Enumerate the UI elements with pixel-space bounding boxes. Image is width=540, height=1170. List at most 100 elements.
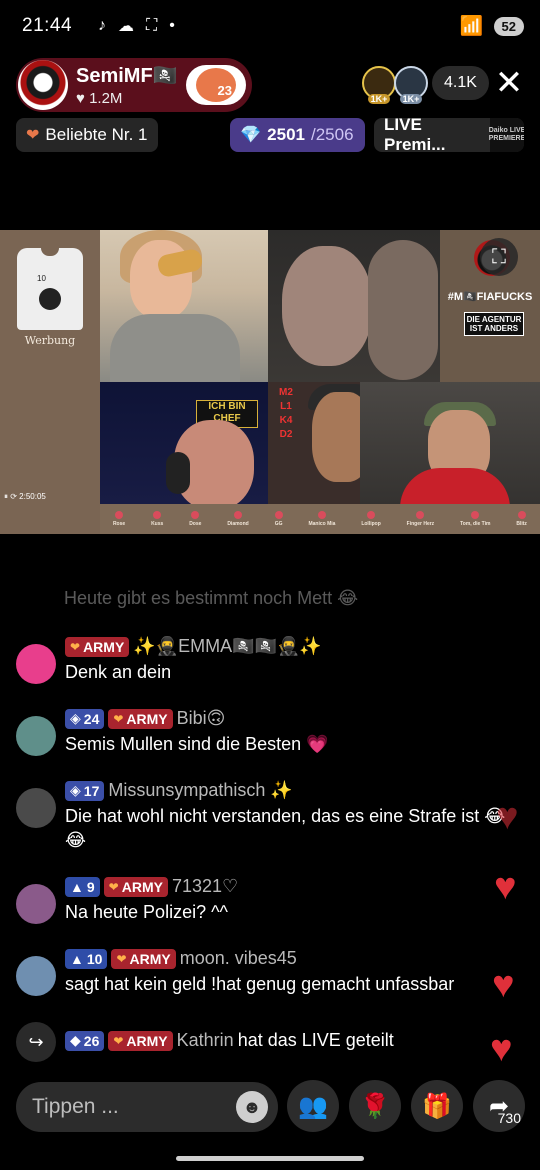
avatar[interactable] [16, 644, 56, 684]
agentur-sign: DIE AGENTUR IST ANDERS [464, 312, 524, 336]
brand-tag: #M🏴‍☠️FIAFUCKS [447, 291, 533, 303]
gift-item: Rose [113, 511, 125, 527]
floating-heart-icon: ♥ [494, 866, 517, 908]
guests-icon: 👥 [298, 1092, 328, 1120]
chat-username[interactable]: Bibi🙃 [177, 708, 226, 729]
share-button[interactable]: ➦ 730 [473, 1080, 525, 1132]
top-viewers[interactable]: 1K+ 1K+ 4.1K [362, 66, 489, 104]
share-event-text: hat das LIVE geteilt [237, 1030, 394, 1050]
rank-chip[interactable]: ❤ Beliebte Nr. 1 [16, 118, 158, 152]
headphone-image [166, 452, 190, 494]
crystal-icon: 💎 [240, 125, 262, 144]
shirt-number: 10 [37, 274, 46, 283]
gift-item: Finger Herz [407, 511, 434, 527]
viewer-badge: 1K+ [367, 94, 391, 104]
viewer-count[interactable]: 4.1K [432, 66, 489, 100]
share-count: 730 [497, 1110, 521, 1126]
chat-username[interactable]: moon. vibes45 [180, 948, 297, 969]
gift-item: Blitz [516, 511, 527, 527]
dot-icon: • [169, 17, 175, 34]
share-event-header: ◆ 26 ❤ ARMY Kathrin hat das LIVE geteilt [65, 1030, 394, 1051]
live-video[interactable]: 10 Werbung #M🏴‍☠️FIAFUCKS DIE AGENTUR IS… [0, 230, 540, 534]
army-badge: ❤ ARMY [108, 708, 173, 729]
guest-face [282, 246, 372, 366]
chat-message-text: Na heute Polizei? ^^ [65, 902, 228, 922]
guest-body [110, 314, 240, 382]
chat-message-text: Denk an dein [65, 662, 172, 682]
chat-message-header: ▲ 9 ❤ ARMY 71321♡ [65, 876, 238, 897]
progress-current: 2501 [267, 125, 305, 144]
comment-input[interactable]: Tippen ... ☻ [16, 1082, 278, 1132]
avatar[interactable] [16, 884, 56, 924]
status-bar: 21:44 ♪ ☁ ⛶ • 📶 52 [0, 0, 540, 52]
video-tile-guest-3: ICH BIN CHEF [100, 382, 268, 504]
gift-item: Lollipop [361, 511, 381, 527]
shirt-image: 10 [17, 248, 83, 330]
level-badge: ◈ 17 [65, 780, 105, 801]
chat-message-header: ◈ 24 ❤ ARMY Bibi🙃 [65, 708, 225, 729]
level-badge: ▲ 9 [65, 876, 100, 897]
viewer-avatar[interactable]: 1K+ [394, 66, 428, 104]
comment-placeholder: Tippen ... [32, 1095, 119, 1118]
army-badge: ❤ ARMY [108, 1030, 173, 1051]
chat-message-text: Semis Mullen sind die Besten 💗 [65, 734, 329, 754]
rose-icon: 🌹 [360, 1092, 390, 1120]
screenshot-icon: ⛶ [146, 17, 158, 34]
gift-item: Manico Mia [308, 511, 335, 527]
host-avatar[interactable] [18, 60, 68, 110]
floating-heart-icon: ♥ [492, 964, 515, 1006]
cloud-icon: ☁ [118, 18, 135, 35]
video-tile-guest-1 [100, 230, 268, 382]
avatar[interactable] [16, 788, 56, 828]
mlk-sign: M2 L1 K4 D2 [279, 387, 293, 440]
avatar[interactable] [16, 716, 56, 756]
follow-button[interactable]: 23 [186, 65, 246, 105]
live-premiere-label: LIVE Premi... [384, 118, 446, 152]
werbung-label: Werbung [24, 334, 76, 347]
video-control[interactable]: ⏸ ⟳ 2:50:05 [4, 492, 46, 502]
chat-message-header: ❤ ARMY ✨🥷EMMA🏴‍☠️🏴‍☠️🥷✨ [65, 636, 322, 657]
host-info: SemiMF🏴‍☠️ ♥ 1.2M [76, 63, 178, 107]
chat-username[interactable]: ✨🥷EMMA🏴‍☠️🏴‍☠️🥷✨ [133, 636, 321, 657]
host-likes: ♥ 1.2M [76, 90, 123, 107]
gift-item: Dose [189, 511, 201, 527]
status-right: 📶 52 [460, 14, 524, 38]
army-badge: ❤ ARMY [65, 636, 130, 657]
viewer-avatar[interactable]: 1K+ [362, 66, 396, 104]
guest-arm [368, 240, 438, 380]
emoji-icon[interactable]: ☻ [236, 1091, 268, 1123]
army-badge: ❤ ARMY [111, 948, 176, 969]
host-name: SemiMF🏴‍☠️ [76, 65, 178, 87]
rose-gift-button[interactable]: 🌹 [349, 1080, 401, 1132]
close-button[interactable]: ✕ [494, 66, 524, 100]
chat-message-header: ◈ 17 Missunsympathisch ✨ [65, 780, 293, 801]
level-badge: ◈ 24 [65, 708, 105, 729]
progress-total: /2506 [311, 125, 354, 144]
chat-message-text: Die hat wohl nicht verstanden, das es ei… [65, 806, 506, 850]
gift-item: Kuss [151, 511, 163, 527]
follow-heart-icon: 23 [196, 68, 236, 102]
multi-guest-button[interactable]: 👥 [287, 1080, 339, 1132]
chat-username[interactable]: Missunsympathisch ✨ [108, 780, 292, 801]
chat-username[interactable]: Kathrin [177, 1030, 234, 1051]
chat-faded-message: Heute gibt es bestimmt noch Mett 😂 [64, 588, 359, 608]
avatar[interactable] [16, 956, 56, 996]
heart-icon: ❤ [26, 127, 40, 144]
live-premiere-badge: Daiko LIVE PREMIERE [489, 118, 524, 152]
battery-badge: 52 [493, 16, 524, 36]
status-icons: ♪ ☁ ⛶ • [98, 16, 175, 36]
fullscreen-icon[interactable]: ⛶ [480, 238, 518, 276]
floating-heart-icon: ♥ [496, 796, 519, 838]
gift-button[interactable]: 🎁 [411, 1080, 463, 1132]
gift-strip: Rose Kuss Dose Diamond GG Manico Mia Lol… [100, 504, 540, 534]
video-tile-guest-2 [268, 230, 440, 382]
status-time: 21:44 [22, 15, 73, 36]
chat-username[interactable]: 71321♡ [172, 876, 238, 897]
tiktok-icon: ♪ [98, 17, 107, 34]
viewer-badge: 1K+ [399, 94, 423, 104]
gift-item: Tom, die Tim [460, 511, 490, 527]
goal-progress-chip[interactable]: 💎 2501/2506 [230, 118, 365, 152]
home-indicator[interactable] [176, 1156, 364, 1161]
host-pill[interactable]: SemiMF🏴‍☠️ ♥ 1.2M 23 [16, 58, 252, 112]
live-premiere-chip[interactable]: LIVE Premi... Daiko LIVE PREMIERE [374, 118, 524, 152]
